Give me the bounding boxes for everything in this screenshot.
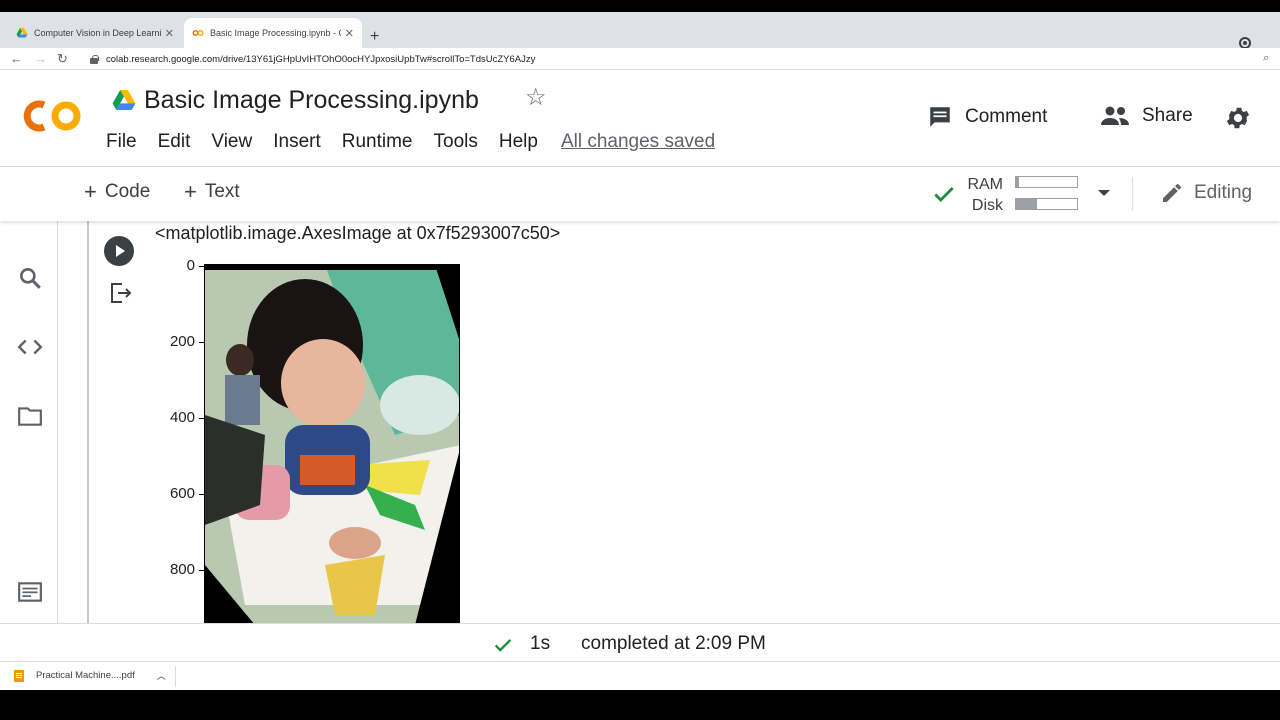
colab-logo-icon[interactable] bbox=[22, 96, 84, 136]
new-tab-button[interactable]: + bbox=[370, 29, 379, 45]
plus-icon: + bbox=[84, 179, 97, 204]
execution-duration: 1s bbox=[530, 633, 551, 654]
colab-icon bbox=[192, 30, 204, 36]
add-code-button[interactable]: + Code bbox=[84, 181, 150, 203]
url-text: colab.research.google.com/drive/13Y61jGH… bbox=[106, 53, 536, 65]
back-arrow-icon[interactable]: ← bbox=[10, 51, 23, 67]
letterbox-bottom bbox=[0, 690, 1280, 720]
disk-meter[interactable] bbox=[1015, 198, 1078, 210]
comment-icon bbox=[930, 107, 950, 127]
menu-bar: File Edit View Insert Runtime Tools Help… bbox=[106, 131, 736, 153]
ram-meter-fill bbox=[1016, 177, 1020, 187]
editing-label: Editing bbox=[1194, 182, 1253, 203]
connected-check-icon bbox=[934, 187, 954, 202]
comment-label: Comment bbox=[965, 106, 1048, 127]
run-cell-button[interactable] bbox=[104, 236, 134, 266]
reload-icon[interactable]: ↻ bbox=[57, 51, 68, 67]
rotated-photo-output bbox=[204, 264, 460, 623]
close-tab-icon[interactable]: ✕ bbox=[165, 27, 174, 40]
ram-meter[interactable] bbox=[1015, 176, 1078, 188]
zoom-icon[interactable]: ⌕ bbox=[1263, 52, 1269, 65]
download-item[interactable]: Practical Machine....pdf ︿ bbox=[14, 669, 166, 682]
disk-meter-fill bbox=[1016, 199, 1038, 209]
folder-icon[interactable] bbox=[17, 403, 43, 429]
clear-output-icon[interactable] bbox=[110, 283, 132, 303]
download-divider bbox=[175, 666, 176, 687]
notebook-toolbar: + Code + Text RAM Disk Editing bbox=[0, 167, 1280, 221]
ram-label: RAM bbox=[967, 176, 1003, 193]
save-status-link[interactable]: All changes saved bbox=[561, 131, 715, 153]
pdf-file-icon bbox=[14, 669, 24, 682]
execution-status-bar: 1s completed at 2:09 PM bbox=[0, 623, 1280, 661]
left-sidebar bbox=[0, 167, 58, 623]
browser-tab-colab[interactable]: Basic Image Processing.ipynb - C ✕ bbox=[184, 18, 362, 48]
tab-title: Basic Image Processing.ipynb - C bbox=[210, 28, 341, 38]
toolbar-divider bbox=[1132, 177, 1133, 211]
y-tick-label: 600 bbox=[169, 485, 195, 502]
google-drive-icon bbox=[16, 28, 28, 38]
menu-file[interactable]: File bbox=[106, 131, 137, 153]
completion-time: completed at 2:09 PM bbox=[581, 633, 766, 654]
browser-tab-drive[interactable]: Computer Vision in Deep Learnin ✕ bbox=[8, 18, 182, 48]
url-field[interactable]: colab.research.google.com/drive/13Y61jGH… bbox=[84, 50, 1260, 68]
plus-icon: + bbox=[184, 179, 197, 204]
letterbox-top bbox=[0, 0, 1280, 12]
comment-button[interactable]: Comment bbox=[927, 104, 1047, 130]
add-code-label: Code bbox=[104, 181, 151, 202]
notebook-main: <matplotlib.image.AxesImage at 0x7f52930… bbox=[58, 221, 1280, 623]
success-check-icon bbox=[494, 639, 512, 652]
notebook-title[interactable]: Basic Image Processing.ipynb bbox=[144, 86, 479, 115]
gear-icon[interactable] bbox=[1224, 104, 1252, 132]
cell-output-text: <matplotlib.image.AxesImage at 0x7f52930… bbox=[155, 223, 561, 243]
chevron-up-icon[interactable]: ︿ bbox=[157, 669, 166, 682]
share-button[interactable]: Share bbox=[1100, 104, 1193, 128]
y-tick-label: 400 bbox=[169, 409, 195, 426]
lock-icon bbox=[90, 54, 99, 64]
people-icon bbox=[1101, 106, 1129, 125]
editing-mode-button[interactable]: Editing bbox=[1160, 181, 1252, 205]
share-label: Share bbox=[1142, 105, 1193, 126]
y-tick-label: 800 bbox=[169, 561, 195, 578]
search-icon[interactable] bbox=[17, 265, 43, 291]
browser-address-bar: ← → ↻ colab.research.google.com/drive/13… bbox=[0, 48, 1280, 70]
screen: Computer Vision in Deep Learnin ✕ Basic … bbox=[0, 0, 1280, 720]
close-tab-icon[interactable]: ✕ bbox=[345, 27, 354, 40]
menu-edit[interactable]: Edit bbox=[158, 131, 191, 153]
menu-help[interactable]: Help bbox=[499, 131, 538, 153]
chevron-down-icon[interactable] bbox=[1098, 190, 1110, 196]
y-tick-label: 200 bbox=[169, 333, 195, 350]
cell-focus-bar bbox=[87, 221, 89, 623]
menu-tools[interactable]: Tools bbox=[434, 131, 478, 153]
menu-view[interactable]: View bbox=[211, 131, 252, 153]
y-tick-label: 0 bbox=[186, 257, 195, 274]
browser-tab-strip: Computer Vision in Deep Learnin ✕ Basic … bbox=[0, 12, 1280, 49]
forward-arrow-icon[interactable]: → bbox=[34, 51, 47, 67]
child-drawing-photo bbox=[205, 265, 459, 623]
disk-label: Disk bbox=[971, 197, 1003, 214]
menu-runtime[interactable]: Runtime bbox=[342, 131, 413, 153]
terminal-icon[interactable] bbox=[17, 579, 43, 605]
download-shelf: Practical Machine....pdf ︿ bbox=[0, 661, 1280, 690]
add-text-button[interactable]: + Text bbox=[184, 181, 240, 203]
google-drive-icon[interactable] bbox=[112, 90, 136, 110]
add-text-label: Text bbox=[204, 181, 240, 202]
star-icon[interactable]: ☆ bbox=[525, 86, 547, 110]
resources-labels[interactable]: RAM Disk bbox=[965, 174, 1003, 216]
download-file-name: Practical Machine....pdf bbox=[36, 670, 135, 681]
pencil-icon bbox=[1163, 183, 1181, 202]
tab-title: Computer Vision in Deep Learnin bbox=[34, 28, 161, 38]
code-snippets-icon[interactable] bbox=[17, 334, 43, 360]
menu-insert[interactable]: Insert bbox=[273, 131, 321, 153]
colab-header: Basic Image Processing.ipynb ☆ File Edit… bbox=[0, 70, 1280, 167]
